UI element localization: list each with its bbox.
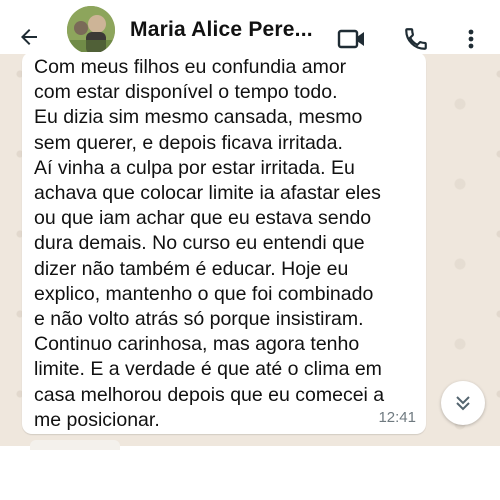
- voice-call-button[interactable]: [401, 24, 431, 54]
- partial-message-bubble: [30, 440, 120, 450]
- message-timestamp: 12:41: [378, 409, 416, 426]
- video-call-icon: [337, 29, 364, 49]
- contact-name[interactable]: Maria Alice Pere...: [130, 18, 313, 42]
- double-chevron-down-icon: [456, 396, 470, 411]
- arrow-back-icon: [21, 29, 37, 45]
- contact-avatar[interactable]: [67, 6, 115, 54]
- more-vertical-icon: [468, 29, 474, 49]
- message-bubble[interactable]: Com meus filhos eu confundia amor com es…: [22, 52, 426, 434]
- video-call-button[interactable]: [337, 24, 367, 54]
- back-button[interactable]: [14, 22, 44, 52]
- phone-icon: [405, 28, 427, 50]
- scroll-to-bottom-button[interactable]: [441, 381, 485, 425]
- message-text: Com meus filhos eu confundia amor com es…: [34, 56, 385, 431]
- chat-header: Maria Alice Pere...: [0, 0, 500, 54]
- chat-screen: Maria Alice Pere... Com meus filhos eu c…: [0, 0, 500, 500]
- more-options-button[interactable]: [456, 24, 486, 54]
